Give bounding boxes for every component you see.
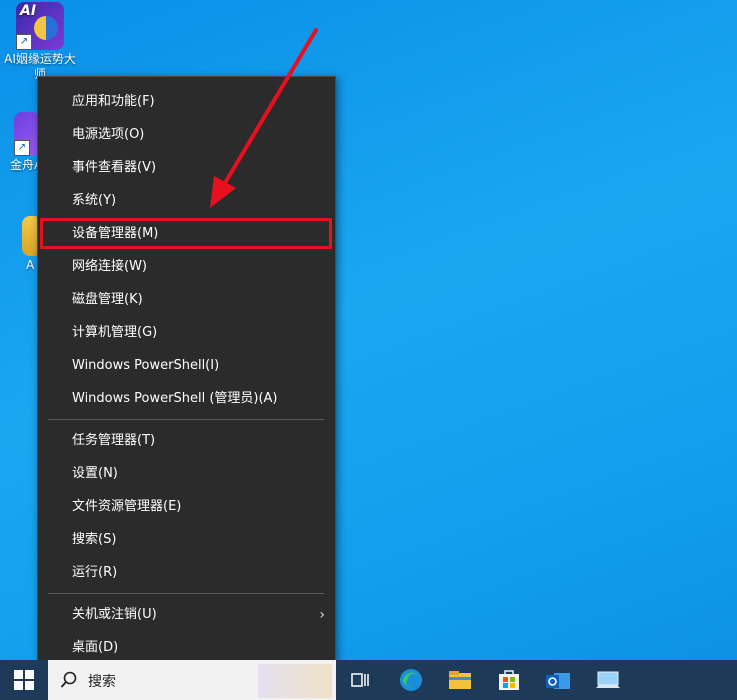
menu-item-event-viewer[interactable]: 事件查看器(V) [38,152,335,184]
menu-item-disk-management[interactable]: 磁盘管理(K) [38,284,335,316]
shortcut-arrow-icon: ↗ [16,34,32,50]
menu-item-computer-management[interactable]: 计算机管理(G) [38,317,335,349]
menu-item-powershell-admin[interactable]: Windows PowerShell (管理员)(A) [38,383,335,415]
remote-desktop-icon[interactable] [594,666,622,694]
ai-app-icon: AI ↗ [16,2,64,50]
outlook-icon[interactable] [544,666,572,694]
yinyang-icon [34,16,58,40]
menu-item-network-connections[interactable]: 网络连接(W) [38,251,335,283]
search-highlight-image [258,664,332,698]
highlight-box-device-manager [40,218,332,249]
task-view-icon[interactable] [346,666,374,694]
taskbar: 搜索 [0,660,737,700]
menu-item-run[interactable]: 运行(R) [38,557,335,589]
store-icon[interactable] [495,666,523,694]
menu-item-shutdown-signout[interactable]: 关机或注销(U) › [38,599,335,631]
start-windows-icon [14,670,34,690]
edge-icon[interactable] [397,666,425,694]
menu-item-search[interactable]: 搜索(S) [38,524,335,556]
chevron-right-icon: › [319,607,325,623]
ai-badge: AI [20,3,37,19]
menu-separator [48,419,324,420]
menu-item-apps-features[interactable]: 应用和功能(F) [38,86,335,118]
shortcut-arrow-icon: ↗ [14,140,30,156]
desktop-icon-ai-marriage[interactable]: AI ↗ AI姻缘运势大师 [0,2,80,82]
menu-separator [48,593,324,594]
taskbar-search-box[interactable]: 搜索 [48,660,336,700]
winx-context-menu: 应用和功能(F) 电源选项(O) 事件查看器(V) 系统(Y) 设备管理器(M)… [37,76,336,674]
menu-item-powershell[interactable]: Windows PowerShell(I) [38,350,335,382]
start-button[interactable] [0,660,48,700]
menu-item-file-explorer[interactable]: 文件资源管理器(E) [38,491,335,523]
menu-item-system[interactable]: 系统(Y) [38,185,335,217]
search-icon [60,671,77,688]
file-explorer-icon[interactable] [446,666,474,694]
menu-item-settings[interactable]: 设置(N) [38,458,335,490]
menu-item-power-options[interactable]: 电源选项(O) [38,119,335,151]
search-placeholder: 搜索 [88,674,116,690]
menu-item-task-manager[interactable]: 任务管理器(T) [38,425,335,457]
